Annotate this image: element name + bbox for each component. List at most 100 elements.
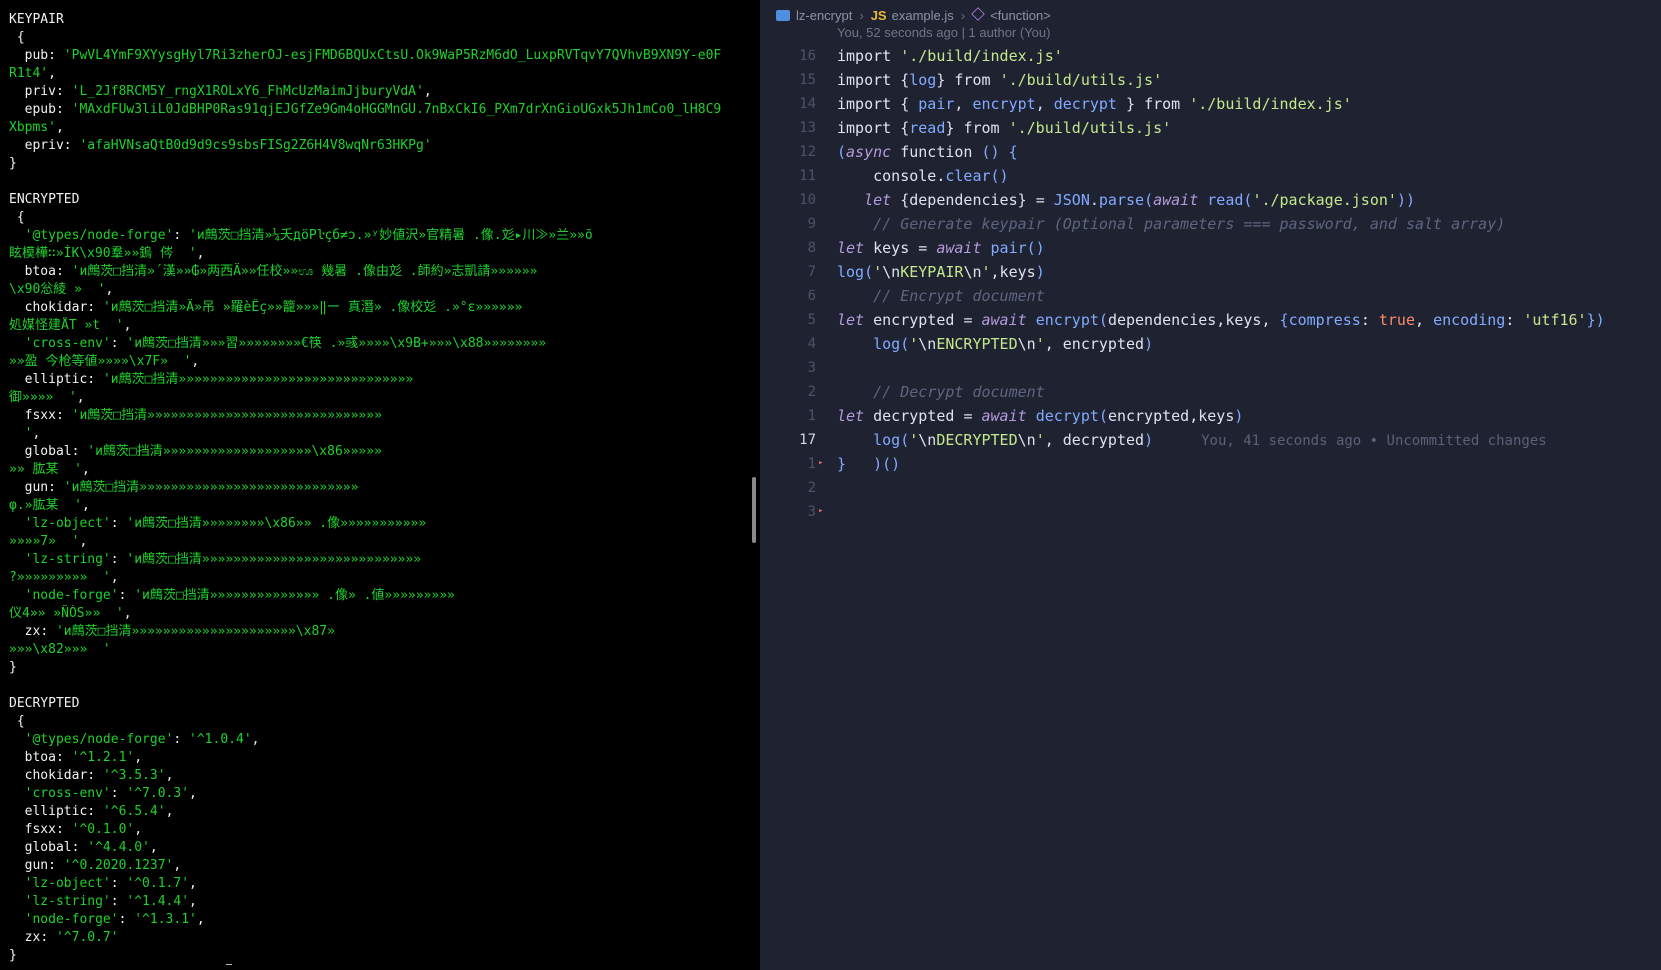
terminal-scrollbar[interactable] [752,477,756,543]
code-token: = [963,407,982,425]
code-token: , [1415,311,1434,329]
code-line[interactable]: import {log} from './build/utils.js' [837,68,1651,92]
code-token: \n [963,263,982,281]
terminal-text: 'и鷓茨□挡清»Ä»吊 »羅èÊç»»籠»»»‖ー 真潛» .像校彣 .»°ε»… [102,300,523,315]
code-token: from [963,119,1009,137]
terminal-line: »»»»7» ', [9,533,752,551]
terminal-line: 'node-forge': '^1.3.1', [9,911,752,929]
terminal-line: } [9,155,752,173]
code-token: await [981,407,1036,425]
git-deleted-marker-icon[interactable]: ▸ [818,458,823,468]
line-number: 12 [799,144,816,160]
line-number: 3 [807,360,816,376]
terminal-text: btoa [9,264,56,279]
line-number-gutter: 16 15 14 13 12 11 10 9 8 7 6 5 4 3 2 1 17 1 2 3 [760,44,816,524]
code-line[interactable]: import {read} from './build/utils.js' [837,116,1651,140]
codelens-blame[interactable]: You, 52 seconds ago | 1 author (You) [837,25,1050,40]
code-line[interactable]: // Generate keypair (Optional parameters… [837,212,1651,236]
code-token: function [900,143,982,161]
code-token: log [873,335,901,353]
terminal-text: : [110,786,127,801]
git-deleted-marker-icon[interactable]: ▸ [818,506,823,516]
code-token: }) [1586,311,1605,329]
code-area[interactable]: import './build/index.js' import {log} fr… [837,44,1651,524]
code-token: true [1378,311,1415,329]
terminal-line: »» 肱某 ', [9,461,752,479]
terminal-line: } [9,947,752,965]
terminal-text: : [110,336,127,351]
folder-icon [776,10,790,21]
terminal-text: : [87,804,103,819]
breadcrumb-file[interactable]: example.js [892,8,954,23]
code-token: )() [873,455,901,473]
code-line[interactable]: let decrypted = await decrypt(encrypted,… [837,404,1651,428]
terminal-text: \x90忩綾 » ' [9,282,106,297]
terminal-text: 眩模樺∷»İK\x90羣»»鎢 侺 ' [9,246,197,261]
line-number: 8 [807,240,816,256]
terminal-text: { [9,714,25,729]
line-number: 1 [807,456,816,472]
terminal-line: '@types/node-forge': 'и鷓茨□挡清»¼夭дöPŀçб≠ɔ.… [9,227,752,245]
code-token: encrypt [1035,311,1099,329]
breadcrumb-folder[interactable]: lz-encrypt [796,8,852,23]
cube-icon [971,7,985,21]
code-editor[interactable]: lz-encrypt › JS example.js › <function> You, … [760,0,1661,970]
code-token: {dependencies} [900,191,1036,209]
code-token: ) [1234,407,1244,425]
chevron-right-icon: › [960,8,966,23]
terminal-panel[interactable]: KEYPAIR { pub: 'PwVL4YmF9XYysgHyl7Ri3zhe… [0,0,760,970]
code-line[interactable]: log('\nDECRYPTED\n', decrypted) You, 41 s… [837,428,1651,452]
code-token: encrypted,keys [1107,407,1235,425]
terminal-text: 'и鷓茨□挡清»»»»»»»»»»»»»»»»»»»\x86»»»»» [87,444,382,459]
code-line[interactable]: console.clear() [837,164,1651,188]
code-token: = [963,311,982,329]
code-token: encrypted [873,311,964,329]
terminal-text: 'и鷓茨□挡清»»»»»»»»»»»»»»»»»»»»»»»»»»»»»» [71,408,382,423]
code-token: ( [1144,191,1154,209]
code-token: ( [837,143,847,161]
code-line[interactable] [837,476,1651,500]
line-number: 2 [807,384,816,400]
code-line[interactable]: } )() [837,452,1651,476]
code-token: ( [1098,407,1108,425]
code-token: : [1505,311,1524,329]
code-line[interactable] [837,356,1651,380]
terminal-text: '^4.4.0' [87,840,150,855]
code-line[interactable]: log('\nKEYPAIR\n',keys) [837,260,1651,284]
code-token: dependencies,keys, [1107,311,1280,329]
terminal-line: zx: 'и鷓茨□挡清»»»»»»»»»»»»»»»»»»»»»\x87» [9,623,752,641]
terminal-text: : [40,624,56,639]
code-line[interactable]: (async function () { [837,140,1651,164]
code-line[interactable]: import './build/index.js' [837,44,1651,68]
breadcrumb-symbol[interactable]: <function> [990,8,1051,23]
code-line[interactable]: // Decrypt document [837,380,1651,404]
code-token: } [945,119,964,137]
code-token: decrypt [1053,95,1117,113]
code-line[interactable]: let {dependencies} = JSON.parse(await re… [837,188,1651,212]
code-line[interactable]: import { pair, encrypt, decrypt } from '… [837,92,1651,116]
terminal-text: : [48,858,64,873]
terminal-text: , [81,498,90,513]
code-line[interactable]: log('\nENCRYPTED\n', encrypted) [837,332,1651,356]
line-number: 9 [807,216,816,232]
js-file-icon: JS [870,8,887,23]
terminal-line: ?»»»»»»»»» ', [9,569,752,587]
code-line[interactable]: // Encrypt document [837,284,1651,308]
code-token: // Generate keypair (Optional parameters… [837,215,1506,233]
terminal-cursor [226,964,232,965]
code-token: keys [873,239,919,257]
terminal-text: : [110,876,127,891]
code-line[interactable]: let encrypted = await encrypt(dependenci… [837,308,1651,332]
code-token: read [909,119,946,137]
terminal-line: { [9,209,752,227]
terminal-text: 'cross-env' [9,786,111,801]
terminal-text: '^3.5.3' [102,768,166,783]
terminal-line: 眩模樺∷»İK\x90羣»»鎢 侺 ', [9,245,752,263]
terminal-text: chokidar [9,768,88,783]
code-line[interactable] [837,500,1651,524]
code-line[interactable]: let keys = await pair() [837,236,1651,260]
code-token: { [900,95,919,113]
terminal-text: Xbpms' [9,120,56,135]
line-number: 2 [807,480,816,496]
terminal-text: '^7.0.3' [126,786,190,801]
